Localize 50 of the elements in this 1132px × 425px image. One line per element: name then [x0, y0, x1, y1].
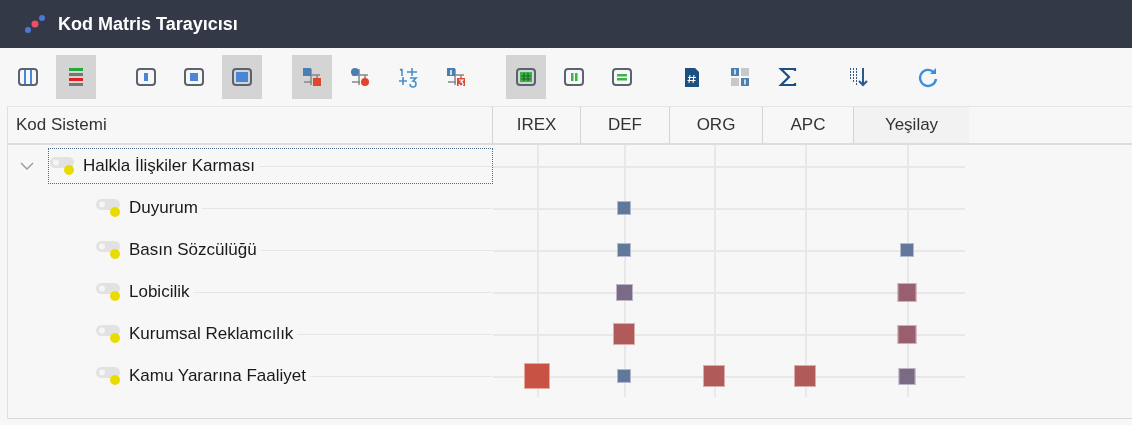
column-header[interactable]: DEF — [581, 107, 670, 143]
circle-grid-icon — [349, 66, 371, 88]
code-label: Lobicilik — [129, 282, 190, 302]
square-grid-icon — [301, 66, 323, 88]
window-title: Kod Matris Tarayıcısı — [58, 13, 238, 35]
numbered-squares-icon — [445, 66, 467, 88]
colored-rows-button[interactable] — [56, 55, 96, 99]
hash-grid-button[interactable] — [506, 55, 546, 99]
code-label: Kurumsal Reklamcılık — [129, 324, 294, 344]
tree-item[interactable]: Basın Sözcülüğü — [94, 232, 493, 268]
column-header[interactable]: ORG — [670, 107, 763, 143]
matrix-square — [897, 324, 917, 344]
matrix-square — [794, 365, 816, 387]
matrix-square — [899, 243, 914, 257]
column-header[interactable]: IREX — [493, 107, 581, 143]
matrix-square — [898, 367, 916, 385]
large-square-button[interactable] — [222, 55, 262, 99]
refresh-icon — [917, 66, 939, 88]
tree-item[interactable]: Duyurum — [94, 190, 493, 226]
tree-item[interactable]: Kurumsal Reklamcılık — [94, 316, 493, 352]
code-label: Halkla İlişkiler Karması — [83, 156, 255, 176]
column-header[interactable]: Kod Sistemi — [8, 107, 493, 143]
matrix-square — [615, 283, 633, 301]
matrix-square — [617, 243, 631, 257]
pause-grid-icon — [563, 66, 585, 88]
small-square-icon — [135, 66, 157, 88]
sum-icon — [777, 66, 799, 88]
hash-grid-icon — [515, 66, 537, 88]
columns-icon — [17, 66, 39, 88]
code-label: Duyurum — [129, 198, 198, 218]
tree-item[interactable]: Kamu Yararına Faaliyet — [94, 358, 493, 394]
matrix-square — [617, 369, 631, 383]
code-label: Basın Sözcülüğü — [129, 240, 257, 260]
matrix-square — [617, 201, 631, 215]
tree-item[interactable]: Halkla İlişkiler Karması — [48, 148, 493, 184]
matrix-square — [613, 323, 635, 345]
code-label: Kamu Yararına Faaliyet — [129, 366, 306, 386]
large-square-icon — [231, 66, 253, 88]
matrix-square — [523, 363, 550, 389]
number-grid-icon — [397, 66, 419, 88]
app-logo-icon — [24, 14, 46, 34]
tree-item[interactable]: Lobicilik — [94, 274, 493, 310]
square-grid-button[interactable] — [292, 55, 332, 99]
matrix-square — [703, 365, 725, 387]
diagonal-grid-icon — [729, 66, 751, 88]
medium-square-icon — [183, 66, 205, 88]
sort-down-icon — [847, 66, 869, 88]
column-header[interactable]: Yeşilay — [854, 107, 969, 143]
equal-grid-icon — [611, 66, 633, 88]
matrix-square — [897, 282, 917, 302]
